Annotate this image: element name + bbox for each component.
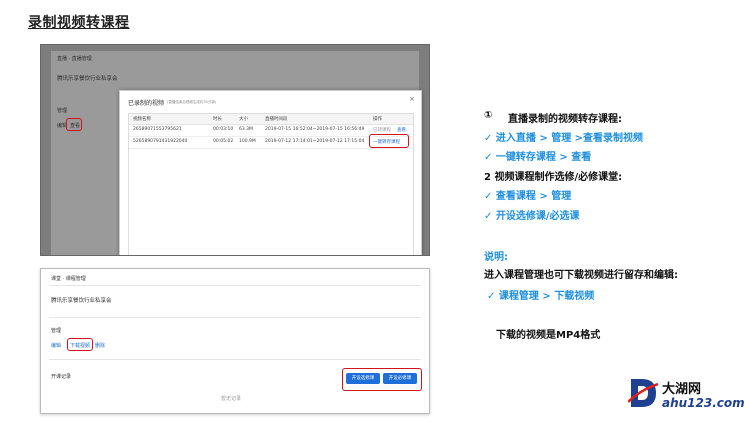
col-duration: 时长 xyxy=(213,117,222,122)
row-name: 265890715537956​21 xyxy=(133,127,182,132)
note-label: 说明: xyxy=(484,252,508,263)
col-action: 操作 xyxy=(373,117,382,122)
row-duration: 00:03:10 xyxy=(213,127,234,132)
logo-name: 大湖网 xyxy=(662,382,702,397)
note-text: 进入课程管理也可下载视频进行留存和编辑: xyxy=(484,270,678,281)
row-name: 5265890791431922040 xyxy=(133,139,188,144)
screenshot-course-management: 课堂 · 课程管理 腾讯乐享餐饮行业私享会 管理 编辑 下载视频 删除 开课记录… xyxy=(40,268,430,414)
logo-d-icon xyxy=(628,379,658,407)
row-view-link[interactable]: 查看 xyxy=(397,127,406,133)
col-time: 直播时间段 xyxy=(265,117,288,122)
manage-label: 管理 xyxy=(57,108,68,114)
format-text: 下载的视频是MP4格式 xyxy=(496,330,601,341)
row-time: 2019-07-12 17:14:01~2019-07-12 17:15:04 xyxy=(265,139,365,144)
edit-link[interactable]: 编辑 xyxy=(51,342,61,349)
divider xyxy=(49,317,421,318)
breadcrumb: 课堂 · 课程管理 xyxy=(51,276,86,282)
logo-domain: ahu123.com xyxy=(662,396,745,410)
breadcrumb: 直播 · 直播管理 xyxy=(57,56,92,62)
note-step: ✓ 课程管理 > 下载视频 xyxy=(487,291,595,302)
highlight-download-link xyxy=(67,338,93,351)
course-name: 腾讯乐享餐饮行业私享会 xyxy=(51,298,112,304)
screenshot-live-recordings: 直播 · 直播管理 腾讯乐享餐饮行业私享会 管理 编辑 查看 已录制的视频 (直… xyxy=(40,44,430,256)
step2-item1: ✓ 查看课程 > 管理 xyxy=(484,191,572,202)
col-name: 视频名称 xyxy=(133,117,151,122)
empty-text: 暂无记录 xyxy=(221,396,242,402)
record-label: 开课记录 xyxy=(51,374,72,380)
row-duration: 00:05:02 xyxy=(213,139,234,144)
highlight-convert-link xyxy=(369,134,409,148)
recordings-modal: 已录制的视频 (直播结束后视频生成约30分钟) × 视频名称 时长 大小 直播时… xyxy=(119,90,422,255)
highlight-course-buttons xyxy=(342,368,422,391)
divider xyxy=(49,285,421,286)
step1-title: 直播录制的视频转存课程: xyxy=(508,114,622,125)
step1-number: ① xyxy=(484,110,493,121)
row-status: 已转课程 xyxy=(373,128,391,133)
delete-link[interactable]: 删除 xyxy=(95,342,105,349)
step1-item1: ✓ 进入直播 > 管理 >查看录制视频 xyxy=(484,133,644,144)
row-size: 100.9M xyxy=(239,139,256,144)
col-size: 大小 xyxy=(239,117,248,122)
close-icon[interactable]: × xyxy=(409,95,415,103)
row-size: 63.3M xyxy=(239,127,253,132)
modal-title: 已录制的视频 xyxy=(128,100,165,107)
step2-item2: ✓ 开设选修课/必选课 xyxy=(484,211,580,222)
row-time: 2019-07-15 16:52:04~2019-07-15 16:56:49 xyxy=(265,127,365,132)
step1-item2: ✓ 一键转存课程 > 查看 xyxy=(484,152,592,163)
room-name: 腾讯乐享餐饮行业私享会 xyxy=(57,76,118,82)
highlight-view-link xyxy=(66,118,82,131)
manage-label: 管理 xyxy=(51,328,62,334)
slide-title: 录制视频转课程 xyxy=(28,15,130,31)
divider xyxy=(49,359,421,360)
modal-hint: (直播结束后视频生成约30分钟) xyxy=(167,100,217,104)
recordings-table: 视频名称 时长 大小 直播时间段 操作 265890715537956​21 0… xyxy=(128,113,414,255)
step2-title: 2 视频课程制作选修/必修课堂: xyxy=(484,172,623,183)
